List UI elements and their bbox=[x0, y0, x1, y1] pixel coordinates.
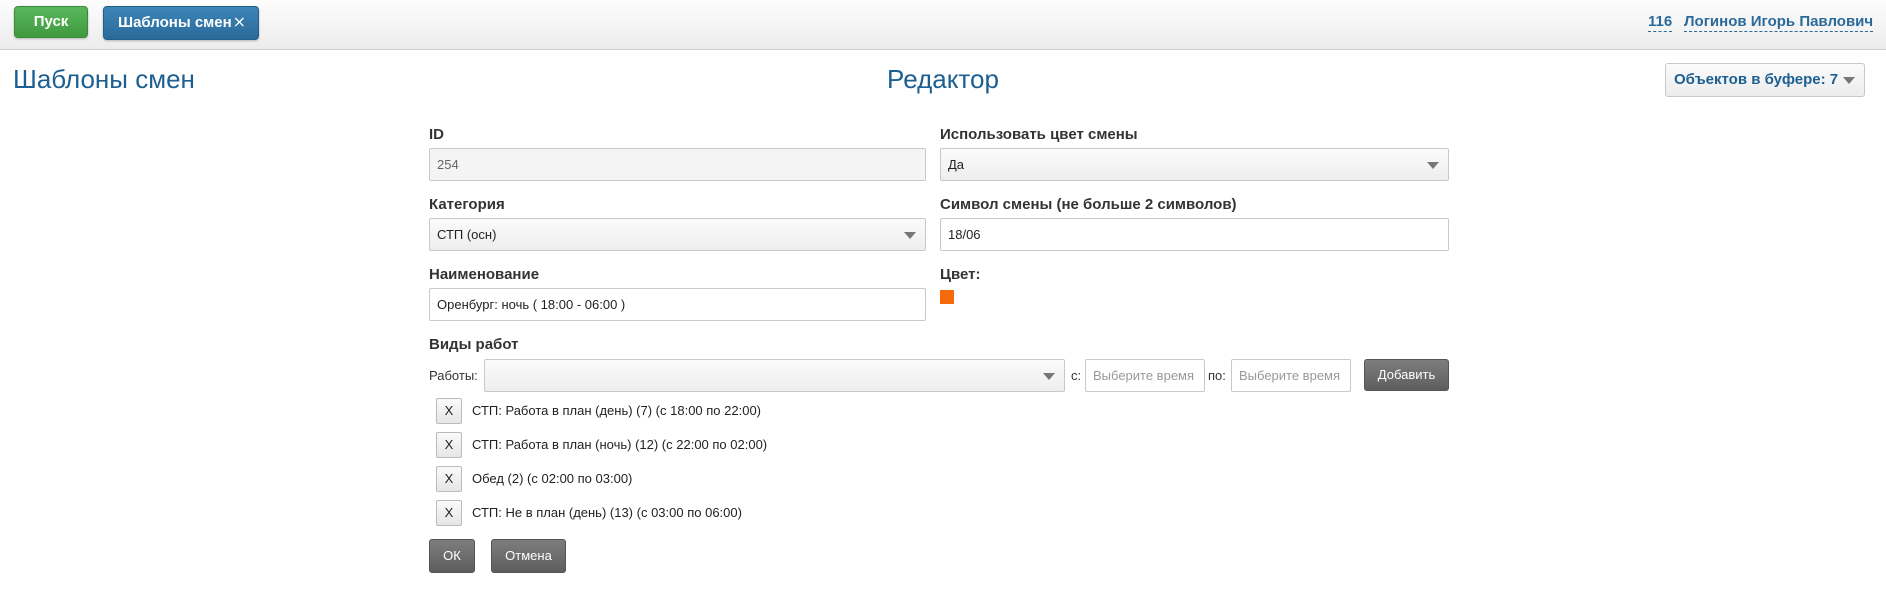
remove-job-button[interactable]: X bbox=[436, 398, 462, 424]
from-time-placeholder: Выберите время bbox=[1093, 368, 1195, 383]
jobs-label: Работы: bbox=[429, 368, 478, 383]
remove-job-button[interactable]: X bbox=[436, 432, 462, 458]
close-icon[interactable]: ⨯ bbox=[233, 7, 246, 39]
job-item: Обед (2) (с 02:00 по 03:00) bbox=[472, 471, 633, 486]
job-item: СТП: Работа в план (день) (7) (с 18:00 п… bbox=[472, 403, 762, 418]
chevron-down-icon bbox=[904, 231, 916, 239]
chevron-down-icon bbox=[1843, 77, 1855, 84]
ok-button[interactable]: ОК bbox=[429, 539, 475, 573]
top-bar: Пуск Шаблоны смен ⨯ 116 Логинов Игорь Па… bbox=[0, 0, 1886, 50]
chevron-down-icon bbox=[1427, 161, 1439, 169]
user-name-link[interactable]: Логинов Игорь Павлович bbox=[1684, 13, 1874, 32]
start-button[interactable]: Пуск bbox=[14, 6, 88, 38]
add-button[interactable]: Добавить bbox=[1364, 359, 1449, 391]
job-item: СТП: Работа в план (ночь) (12) (с 22:00 … bbox=[472, 437, 768, 452]
name-label: Наименование bbox=[429, 266, 540, 283]
use-color-value: Да bbox=[948, 157, 965, 172]
category-select[interactable]: СТП (осн) bbox=[429, 218, 926, 251]
cancel-button[interactable]: Отмена bbox=[491, 539, 566, 573]
chevron-down-icon bbox=[1043, 372, 1055, 380]
page-title: Шаблоны смен bbox=[13, 64, 195, 94]
remove-job-button[interactable]: X bbox=[436, 500, 462, 526]
category-label: Категория bbox=[429, 196, 505, 213]
job-item: СТП: Не в план (день) (13) (с 03:00 по 0… bbox=[472, 505, 742, 520]
color-label: Цвет: bbox=[940, 266, 981, 283]
use-color-label: Использовать цвет смены bbox=[940, 126, 1138, 143]
tab-label: Шаблоны смен bbox=[118, 14, 232, 31]
editor-title: Редактор bbox=[887, 64, 999, 94]
use-color-select[interactable]: Да bbox=[940, 148, 1449, 181]
id-field: 254 bbox=[429, 148, 926, 181]
buffer-dropdown[interactable]: Объектов в буфере: 7 bbox=[1665, 63, 1865, 97]
to-time-input[interactable]: Выберите время bbox=[1231, 359, 1351, 392]
color-swatch[interactable] bbox=[940, 290, 954, 304]
symbol-input[interactable]: 18/06 bbox=[940, 218, 1449, 251]
category-value: СТП (осн) bbox=[437, 227, 497, 242]
to-time-placeholder: Выберите время bbox=[1239, 368, 1341, 383]
from-label: с: bbox=[1071, 368, 1082, 383]
jobs-select[interactable] bbox=[484, 359, 1065, 392]
remove-job-button[interactable]: X bbox=[436, 466, 462, 492]
id-label: ID bbox=[429, 126, 444, 143]
work-types-title: Виды работ bbox=[429, 336, 519, 353]
from-time-input[interactable]: Выберите время bbox=[1085, 359, 1205, 392]
to-label: по: bbox=[1208, 368, 1226, 383]
user-id-link[interactable]: 116 bbox=[1648, 13, 1673, 32]
buffer-label: Объектов в буфере: 7 bbox=[1674, 71, 1839, 88]
name-input[interactable]: Оренбург: ночь ( 18:00 - 06:00 ) bbox=[429, 288, 926, 321]
symbol-label: Символ смены (не больше 2 символов) bbox=[940, 196, 1237, 213]
tab-shift-templates[interactable]: Шаблоны смен ⨯ bbox=[103, 6, 259, 40]
